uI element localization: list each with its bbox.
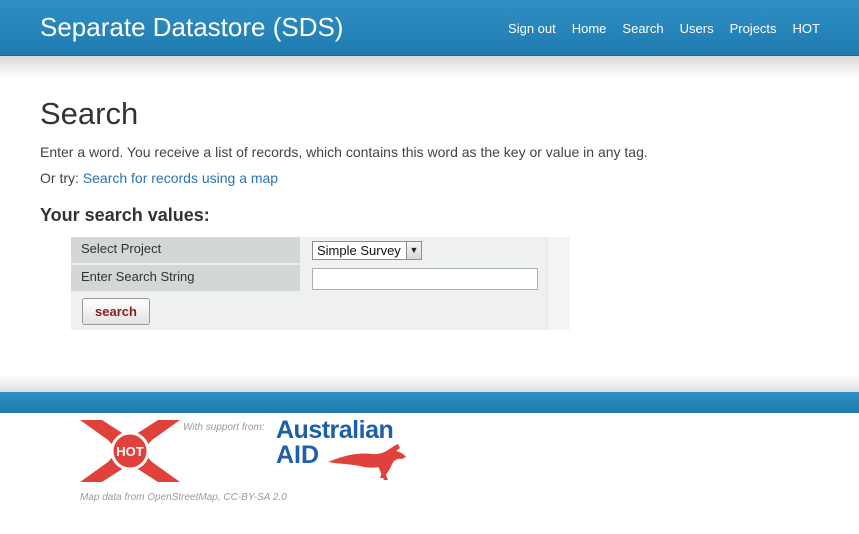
nav-hot[interactable]: HOT <box>793 21 820 36</box>
section-title: Your search values: <box>40 205 210 225</box>
search-string-label: Enter Search String <box>71 265 300 291</box>
nav-search[interactable]: Search <box>622 21 663 36</box>
hot-logo: HOT <box>80 420 180 487</box>
map-search-link[interactable]: Search for records using a map <box>83 170 278 186</box>
main-nav: Sign out Home Search Users Projects HOT <box>492 21 820 36</box>
header-shadow <box>0 56 859 78</box>
footer-shadow <box>0 374 859 392</box>
brand-title[interactable]: Separate Datastore (SDS) <box>40 12 343 43</box>
form-right-strip <box>547 237 570 330</box>
nav-sign-out[interactable]: Sign out <box>508 21 556 36</box>
footer-bar <box>0 392 859 413</box>
intro-text: Enter a word. You receive a list of reco… <box>40 144 648 160</box>
support-text: With support from: <box>183 422 265 433</box>
search-string-input[interactable] <box>312 268 538 290</box>
hot-logo-text: HOT <box>116 444 144 459</box>
page-title: Search <box>40 96 139 131</box>
dropdown-arrow-icon[interactable]: ▼ <box>406 242 421 259</box>
nav-home[interactable]: Home <box>572 21 607 36</box>
select-project-label: Select Project <box>71 237 300 263</box>
map-credits: Map data from OpenStreetMap, CC-BY-SA 2.… <box>80 492 287 503</box>
nav-projects[interactable]: Projects <box>730 21 777 36</box>
project-select[interactable]: Simple Survey ▼ <box>312 241 422 260</box>
nav-users[interactable]: Users <box>680 21 714 36</box>
alt-search-line: Or try: Search for records using a map <box>40 170 278 186</box>
top-navbar: Separate Datastore (SDS) Sign out Home S… <box>0 0 859 56</box>
search-form: Select Project Enter Search String Simpl… <box>71 237 570 330</box>
aid-logo-line1: Australian <box>276 416 394 444</box>
search-button[interactable]: search <box>82 298 150 325</box>
project-select-value: Simple Survey <box>317 243 401 258</box>
australian-aid-logo: Australian AID <box>276 416 406 480</box>
alt-search-prefix: Or try: <box>40 170 83 186</box>
kangaroo-icon <box>328 444 406 480</box>
